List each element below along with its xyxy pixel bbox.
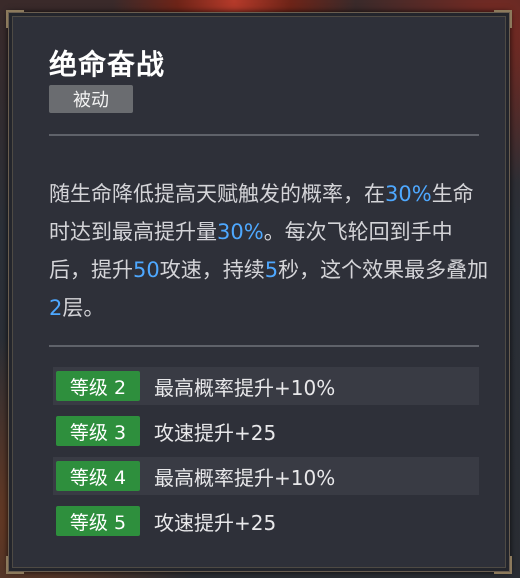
level-effect: 最高概率提升+10%: [154, 375, 336, 400]
highlight-value: 30%: [217, 220, 264, 244]
level-effect: 攻速提升+25: [154, 420, 277, 445]
divider: [49, 345, 479, 347]
frame-corner-ornament: [6, 10, 24, 28]
level-list: 等级 2 最高概率提升+10% 等级 3 攻速提升+25 等级 4 最高概率提升+10% 等…: [53, 367, 479, 547]
level-badge: 等级 3: [56, 416, 140, 446]
level-row: 等级 2 最高概率提升+10%: [53, 367, 479, 405]
highlight-value: 5: [264, 258, 279, 282]
frame-corner-ornament: [6, 556, 24, 574]
frame-corner-ornament: [494, 556, 512, 574]
description-text: 层。: [62, 296, 105, 320]
level-row: 等级 3 攻速提升+25: [53, 412, 479, 450]
skill-type-tag: 被动: [49, 85, 133, 113]
description-text: 攻速，持续: [159, 258, 265, 282]
description-text: 随生命降低提高天赋触发的概率，在: [49, 182, 385, 206]
level-effect: 攻速提升+25: [154, 510, 277, 535]
level-row: 等级 5 攻速提升+25: [53, 502, 479, 540]
skill-title: 绝命奋战: [49, 48, 166, 81]
level-badge: 等级 4: [56, 461, 140, 491]
description-text: 秒，这个效果最多叠加: [278, 258, 489, 282]
level-badge: 等级 2: [56, 371, 140, 401]
divider: [49, 134, 479, 136]
skill-description: 随生命降低提高天赋触发的概率，在30%生命时达到最高提升量30%。每次飞轮回到手…: [49, 175, 489, 327]
frame-corner-ornament: [494, 10, 512, 28]
level-row: 等级 4 最高概率提升+10%: [53, 457, 479, 495]
level-effect: 最高概率提升+10%: [154, 465, 336, 490]
level-badge: 等级 5: [56, 506, 140, 536]
highlight-value: 50: [133, 258, 160, 282]
highlight-value: 2: [49, 296, 63, 320]
skill-tooltip-panel: 绝命奋战 被动 随生命降低提高天赋触发的概率，在30%生命时达到最高提升量30%…: [6, 10, 512, 574]
highlight-value: 30%: [385, 182, 432, 206]
